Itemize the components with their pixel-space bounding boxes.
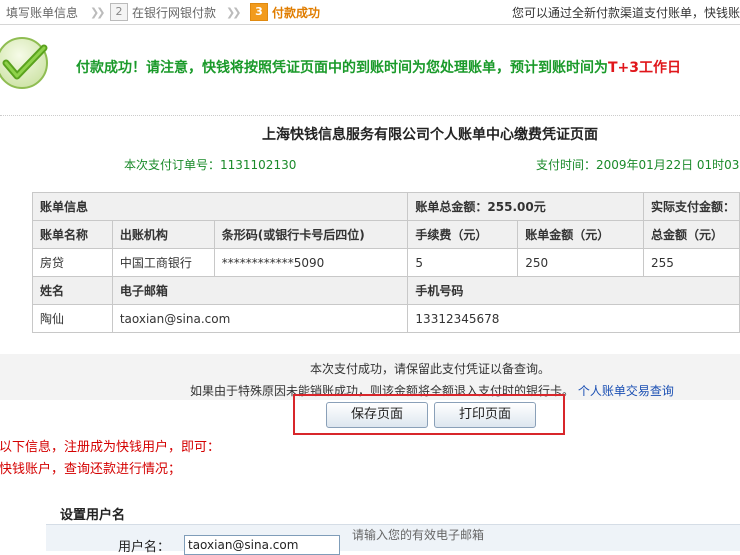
column-header: 姓名 [32, 276, 113, 305]
table-row: 房贷 中国工商银行 ************5090 5 250 255 [32, 248, 740, 277]
table-row: 陶仙 taoxian@sina.com 13312345678 [32, 304, 740, 333]
chevron-right-icon: ❯❯ [90, 6, 106, 19]
table-row: 账单信息 账单总金额：255.00元 实际支付金额： [31, 192, 740, 221]
email-cell: taoxian@sina.com [111, 304, 409, 333]
keep-voucher-notice: 本次支付成功，请保留此支付凭证以备查询。 [309, 362, 550, 376]
column-header: 账单名称 [32, 220, 113, 249]
name-cell: 陶仙 [32, 304, 113, 333]
bill-query-link[interactable]: 个人账单交易查询 [578, 384, 674, 398]
progress-steps: 填写账单信息 ❯❯ 2 在银行网银付款 ❯❯ 3 付款成功 您可以通过全新付款渠… [0, 0, 740, 25]
column-header: 总金额（元） [643, 220, 740, 249]
step-fill-bill-info: 填写账单信息 [6, 6, 79, 20]
bill-table: 账单信息 账单总金额：255.00元 实际支付金额： 账单名称 出账机构 条形码… [31, 192, 740, 333]
step-number-3: 3 [250, 3, 268, 21]
username-hint: 请输入您的有效电子邮箱 [352, 528, 485, 542]
bill-info-header: 账单信息 [31, 192, 409, 221]
alternate-channel-tip: 您可以通过全新付款渠道支付账单，快钱账 [511, 6, 740, 20]
register-promo-line1: 写以下信息，注册成为快钱用户，即可： [0, 440, 221, 455]
section-title-set-username: 设置用户名 [60, 508, 126, 523]
phone-cell: 13312345678 [407, 304, 740, 333]
actual-paid-header: 实际支付金额： [643, 192, 740, 221]
total-amount-header: 账单总金额：255.00元 [407, 192, 644, 221]
arrival-time-highlight: T+3工作日 [608, 60, 682, 76]
column-header: 手机号码 [407, 276, 740, 305]
column-header: 手续费（元） [407, 220, 519, 249]
order-number: 本次支付订单号：1131102130 [124, 158, 297, 172]
payment-time: 支付时间：2009年01月22日 01时03分 [536, 158, 740, 172]
fee-cell: 5 [407, 248, 519, 277]
save-page-button[interactable]: 保存页面 [326, 402, 428, 428]
success-text: 付款成功！请注意，快钱将按照凭证页面中的到账时间为您处理账单，预计到账时间为 [76, 60, 608, 76]
issuer-cell: 中国工商银行 [111, 248, 215, 277]
chevron-right-icon: ❯❯ [226, 6, 242, 19]
bill-name-cell: 房贷 [32, 248, 113, 277]
bill-amount-cell: 250 [517, 248, 644, 277]
column-header: 账单金额（元） [517, 220, 644, 249]
step-number-2: 2 [110, 3, 128, 21]
total-amount-cell: 255 [643, 248, 740, 277]
voucher-title: 上海快钱信息服务有限公司个人账单中心缴费凭证页面 [262, 127, 598, 143]
divider [0, 115, 740, 116]
register-promo-line2: 过快钱账户，查询还款进行情况； [0, 462, 182, 477]
print-page-button[interactable]: 打印页面 [434, 402, 536, 428]
column-header: 出账机构 [111, 220, 215, 249]
table-row: 姓名 电子邮箱 手机号码 [32, 276, 740, 305]
table-row: 账单名称 出账机构 条形码(或银行卡号后四位) 手续费（元） 账单金额（元） 总… [32, 220, 740, 249]
username-input[interactable] [184, 535, 340, 555]
payment-success-message: 付款成功！请注意，快钱将按照凭证页面中的到账时间为您处理账单，预计到账时间为T+… [76, 57, 681, 77]
step-bank-payment: 在银行网银付款 [132, 6, 217, 20]
barcode-cell: ************5090 [213, 248, 409, 277]
username-label: 用户名： [118, 540, 171, 555]
step-payment-success: 付款成功 [272, 6, 321, 20]
column-header: 条形码(或银行卡号后四位) [213, 220, 409, 249]
success-check-icon [0, 37, 48, 89]
column-header: 电子邮箱 [111, 276, 409, 305]
